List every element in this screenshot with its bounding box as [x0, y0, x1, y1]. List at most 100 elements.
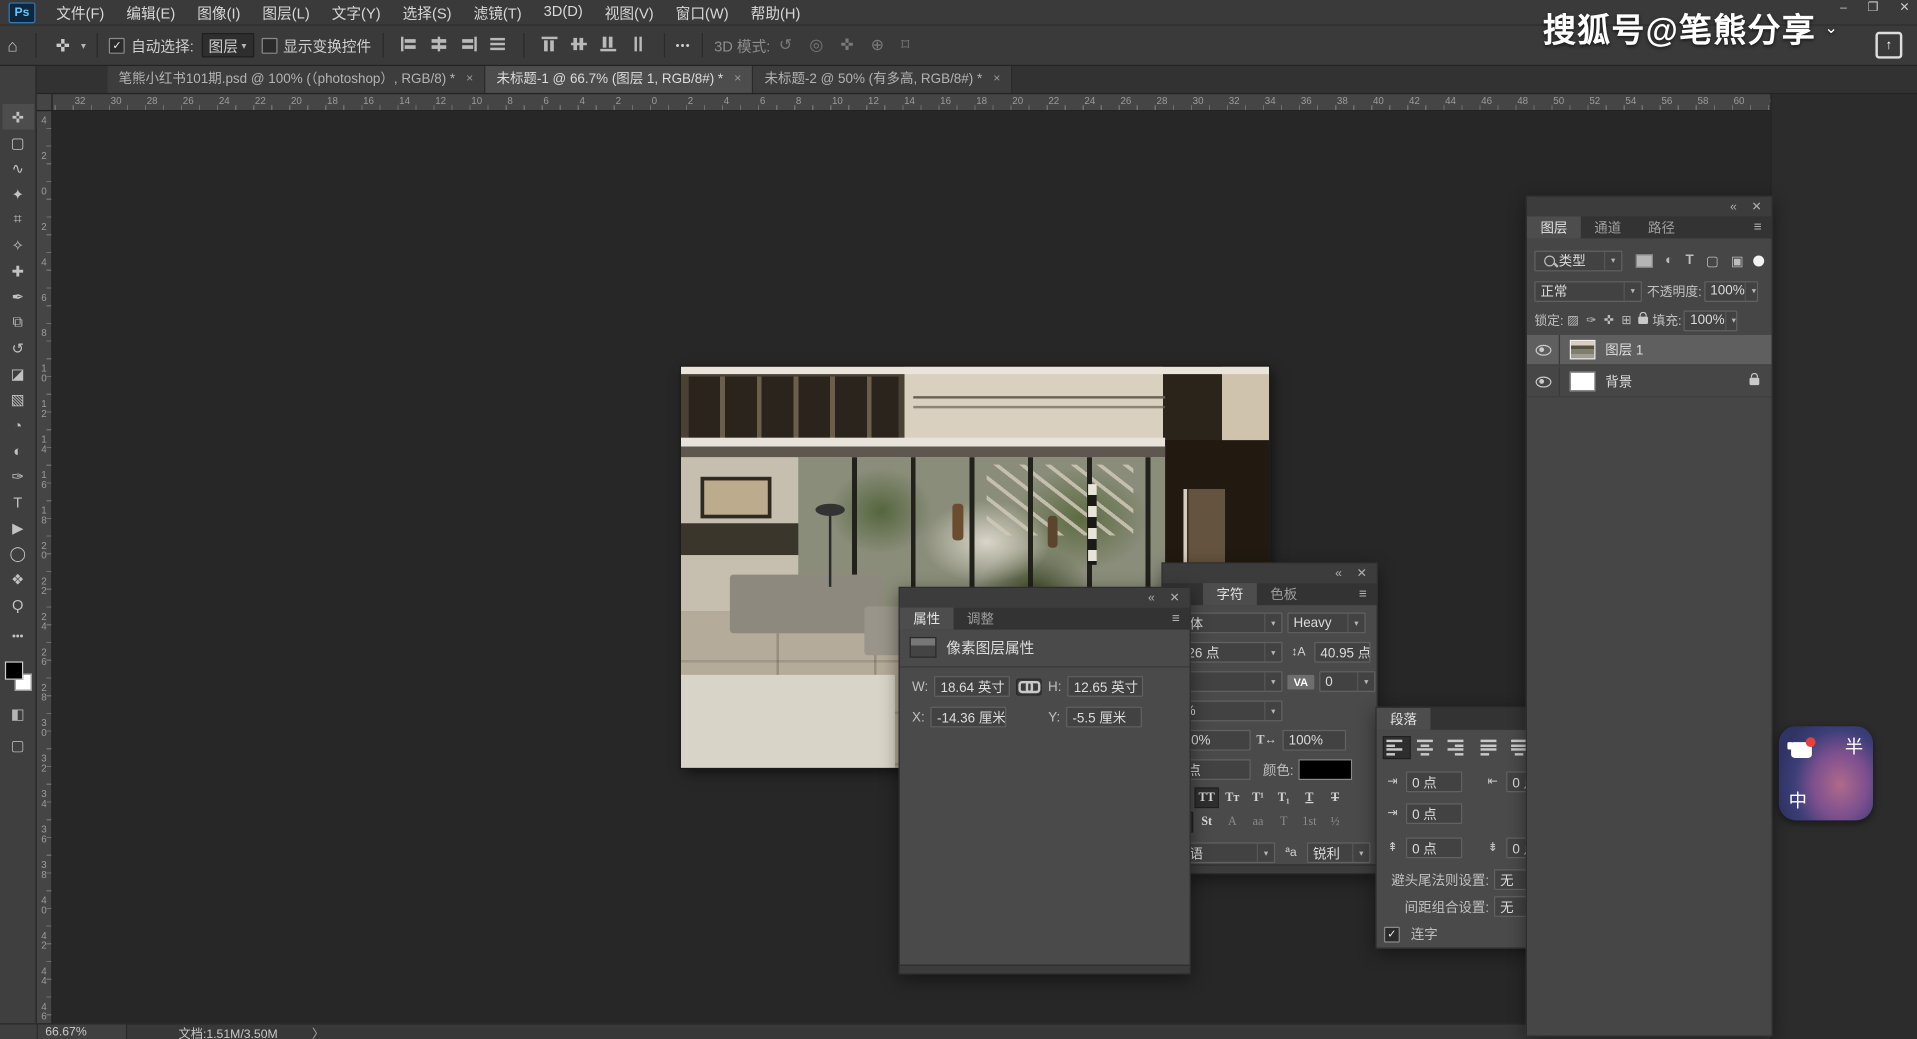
lock-all-icon[interactable] [1638, 317, 1648, 324]
visibility-cell[interactable] [1527, 335, 1560, 364]
panel-menu-icon[interactable]: ≡ [1754, 216, 1772, 238]
menu-item[interactable]: 选择(S) [392, 2, 463, 23]
tracking-select[interactable]: 0▾ [1319, 671, 1375, 692]
close-icon[interactable]: × [466, 72, 473, 85]
shape-tool[interactable]: ◯ [2, 540, 34, 566]
all-caps-button[interactable]: TT [1196, 789, 1218, 807]
space-before-field[interactable]: 0 点 [1406, 837, 1462, 858]
titling-alternates-button[interactable]: T [1273, 813, 1295, 831]
superscript-button[interactable]: T¹ [1247, 789, 1269, 807]
align-bottom-icon[interactable] [600, 36, 617, 51]
vertical-ruler[interactable]: 4202468101214161820222426283032343638404… [37, 110, 53, 1023]
align-left-button[interactable] [1384, 737, 1410, 758]
fill-field[interactable]: 100%▾ [1684, 310, 1738, 331]
document-tab[interactable]: 未标题-1 @ 66.7% (图层 1, RGB/8#) *× [486, 64, 754, 93]
3d-rotate-icon[interactable]: ↺ [779, 35, 792, 53]
x-field[interactable]: -14.36 厘米 [931, 707, 1007, 728]
y-field[interactable]: -5.5 厘米 [1066, 707, 1142, 728]
toolbox-more-icon[interactable]: ••• [12, 630, 24, 642]
align-top-icon[interactable] [541, 36, 558, 51]
align-justify-left-button[interactable] [1478, 737, 1504, 758]
indent-left-field[interactable]: 0 点 [1406, 771, 1462, 792]
ordinals-button[interactable]: 1st [1298, 813, 1320, 831]
subscript-button[interactable]: T₁ [1273, 789, 1295, 807]
align-dist-v-icon[interactable] [629, 36, 646, 51]
lock-artboard-icon[interactable]: ⊞ [1621, 314, 1631, 327]
type-tool[interactable]: T [2, 489, 34, 515]
zoom-level-field[interactable]: 66.67% [38, 1025, 127, 1039]
blend-mode-select[interactable]: 正常▾ [1534, 281, 1642, 302]
dodge-tool[interactable]: ◐ [2, 438, 34, 464]
close-icon[interactable]: ✕ [1170, 591, 1180, 604]
align-rows-icon[interactable] [489, 36, 506, 51]
marquee-tool[interactable]: ▢ [2, 130, 34, 156]
screen-mode-icon[interactable]: ▢ [11, 737, 25, 754]
crop-tool[interactable]: ⌗ [2, 207, 34, 233]
home-icon[interactable]: ⌂ [7, 35, 17, 55]
collapse-icon[interactable]: « [1335, 567, 1342, 580]
align-right-button[interactable] [1440, 737, 1466, 758]
close-icon[interactable]: ✕ [1357, 567, 1367, 580]
layer-thumbnail[interactable] [1570, 340, 1596, 360]
horizontal-scale-field[interactable]: 100% [1282, 730, 1346, 751]
panel-menu-icon[interactable]: ≡ [1172, 608, 1190, 630]
filter-adjustment-layers-icon[interactable]: ◐ [1665, 253, 1673, 268]
quick-mask-icon[interactable]: ◧ [11, 705, 25, 722]
3d-drag-icon[interactable]: ✜ [840, 35, 853, 53]
text-color-swatch[interactable] [1298, 759, 1352, 780]
ime-halfwidth-indicator[interactable]: 半 [1845, 734, 1863, 760]
history-brush-tool[interactable]: ↺ [2, 335, 34, 361]
anti-alias-select[interactable]: 锐利▾ [1307, 842, 1371, 863]
3d-roll-icon[interactable]: ◎ [809, 35, 823, 53]
healing-brush-tool[interactable]: ✚ [2, 258, 34, 284]
foreground-color-swatch[interactable] [4, 661, 22, 679]
collapse-icon[interactable]: « [1148, 591, 1155, 604]
menu-item[interactable]: 文字(Y) [321, 2, 392, 23]
3d-slide-icon[interactable]: ⊕ [871, 35, 884, 53]
show-transform-checkbox[interactable] [261, 37, 277, 53]
strikethrough-button[interactable]: T [1324, 789, 1346, 807]
menu-item[interactable]: 编辑(E) [115, 2, 186, 23]
align-middle-icon[interactable] [570, 36, 587, 51]
align-center-button[interactable] [1412, 737, 1438, 758]
3d-camera-icon[interactable]: ⌑ [901, 35, 909, 53]
panel-menu-icon[interactable]: ≡ [1359, 583, 1377, 605]
move-tool-icon[interactable]: ✜ [56, 35, 70, 56]
contextual-alternates-button[interactable]: A [1221, 813, 1243, 831]
width-field[interactable]: 18.64 英寸 [934, 676, 1010, 697]
document-tab[interactable]: 未标题-2 @ 50% (有多高, RGB/8#) *× [754, 64, 1013, 93]
menu-item[interactable]: 图像(I) [186, 2, 251, 23]
filter-shape-layers-icon[interactable]: ▢ [1706, 252, 1719, 268]
align-left-icon[interactable] [401, 36, 418, 51]
filter-smart-objects-icon[interactable]: ▣ [1731, 252, 1744, 268]
lock-transparent-icon[interactable]: ▨ [1567, 314, 1579, 327]
tab-character[interactable]: 字符 [1203, 583, 1257, 605]
menu-item[interactable]: 视图(V) [594, 2, 665, 23]
close-button[interactable]: ✕ [1899, 1, 1909, 14]
filter-type-layers-icon[interactable]: T [1686, 253, 1694, 268]
move-tool[interactable]: ✜ [2, 104, 34, 130]
hyphenate-checkbox[interactable]: ✓ [1384, 926, 1400, 942]
menu-item[interactable]: 图层(L) [251, 2, 320, 23]
auto-select-target-select[interactable]: 图层 ▾ [201, 33, 254, 57]
align-right-icon[interactable] [459, 36, 476, 51]
gradient-tool[interactable]: ▧ [2, 386, 34, 412]
close-icon[interactable]: ✕ [1751, 200, 1761, 213]
tab-swatches[interactable]: 色板 [1257, 583, 1311, 605]
quick-selection-tool[interactable]: ✦ [2, 181, 34, 207]
layer-thumbnail[interactable] [1570, 372, 1596, 392]
layer-row[interactable]: 图层 1 [1527, 335, 1772, 366]
blur-tool[interactable]: ◔ [2, 412, 34, 438]
align-center-h-icon[interactable] [430, 36, 447, 51]
foreground-background-colors[interactable] [4, 661, 31, 690]
clone-stamp-tool[interactable]: ⧉ [2, 309, 34, 335]
pen-tool[interactable]: ✑ [2, 463, 34, 489]
tab-paragraph[interactable]: 段落 [1377, 708, 1431, 730]
standard-ligatures-button[interactable]: St [1196, 813, 1218, 831]
layer-filter-select[interactable]: 类型▾ [1534, 250, 1622, 271]
tab-properties[interactable]: 属性 [900, 608, 954, 630]
tab-adjustments[interactable]: 调整 [954, 608, 1008, 630]
auto-select-checkbox[interactable]: ✓ [109, 37, 125, 53]
path-selection-tool[interactable]: ▶ [2, 515, 34, 541]
collapse-icon[interactable]: « [1730, 200, 1737, 213]
